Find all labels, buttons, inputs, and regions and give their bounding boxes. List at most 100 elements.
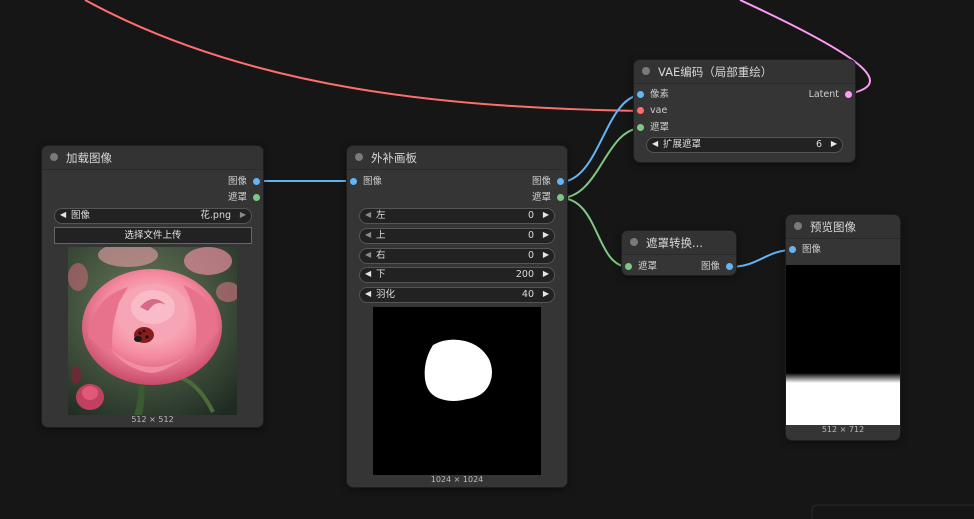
image-dimensions: 1024 × 1024: [430, 475, 484, 484]
widget-value: 0: [527, 210, 534, 221]
node-title-bar[interactable]: 预览图像: [786, 215, 900, 239]
arrow-left-icon[interactable]: ◀: [365, 230, 371, 239]
port-label: Latent: [808, 89, 839, 100]
widget-label: 羽化: [376, 289, 396, 300]
port-label: 图像: [363, 176, 383, 187]
widget-value: 0: [527, 250, 534, 261]
arrow-right-icon[interactable]: ▶: [240, 210, 246, 219]
arrow-right-icon[interactable]: ▶: [543, 230, 549, 239]
vae-encode-node[interactable]: VAE编码（局部重绘） 像素 vae 遮罩 Latent ◀ 扩展遮罩 6 ▶: [634, 60, 855, 162]
node-title: 外补画板: [371, 151, 417, 165]
port-dot-icon[interactable]: [637, 91, 644, 98]
arrow-left-icon[interactable]: ◀: [365, 210, 371, 219]
output-port-latent[interactable]: Latent: [808, 89, 852, 101]
widget-left[interactable]: ◀ 左 0 ▶: [359, 208, 555, 224]
arrow-left-icon[interactable]: ◀: [652, 139, 658, 148]
port-dot-icon[interactable]: [625, 263, 632, 270]
input-port-vae[interactable]: vae: [637, 105, 668, 117]
output-port-image[interactable]: 图像: [700, 261, 733, 273]
rose-image: [68, 247, 237, 415]
port-dot-icon[interactable]: [637, 124, 644, 131]
vae-wire: [84, 0, 643, 112]
node-title-bar[interactable]: 外补画板: [347, 146, 567, 170]
grow-mask-widget[interactable]: ◀ 扩展遮罩 6 ▶: [646, 137, 843, 153]
port-dot-icon[interactable]: [253, 178, 260, 185]
arrow-left-icon[interactable]: ◀: [365, 289, 371, 298]
node-title: 加载图像: [66, 151, 112, 165]
output-port-mask[interactable]: 遮罩: [227, 192, 260, 204]
image-wire-outpaint-to-vae: [559, 94, 643, 183]
input-port-pixels[interactable]: 像素: [637, 89, 670, 101]
mask-wire-outpaint-to-vae: [559, 127, 643, 199]
widget-value: 6: [815, 139, 822, 150]
port-dot-icon[interactable]: [726, 263, 733, 270]
outpaint-node[interactable]: 外补画板 图像 图像 遮罩 ◀ 左 0 ▶ ◀ 上 0 ▶ ◀ 右 0 ▶ ◀ …: [347, 146, 567, 487]
port-dot-icon[interactable]: [557, 194, 564, 201]
port-dot-icon[interactable]: [845, 91, 852, 98]
load-image-node[interactable]: 加载图像 图像 遮罩 ◀ 图像 花.png ▶ 选择文件上传 512 × 512: [42, 146, 263, 427]
image-dimensions: 512 × 712: [821, 425, 865, 434]
collapse-dot-icon[interactable]: [630, 238, 638, 246]
collapse-dot-icon[interactable]: [642, 67, 650, 75]
widget-right[interactable]: ◀ 右 0 ▶: [359, 248, 555, 264]
widget-bottom[interactable]: ◀ 下 200 ▶: [359, 267, 555, 283]
port-dot-icon[interactable]: [253, 194, 260, 201]
widget-value: 200: [515, 269, 534, 280]
output-port-image[interactable]: 图像: [227, 176, 260, 188]
input-port-mask[interactable]: 遮罩: [637, 122, 670, 134]
arrow-left-icon[interactable]: ◀: [365, 269, 371, 278]
port-label: 遮罩: [650, 122, 670, 133]
arrow-right-icon[interactable]: ▶: [543, 250, 549, 259]
port-label: 图像: [227, 176, 247, 187]
port-dot-icon[interactable]: [350, 178, 357, 185]
arrow-left-icon[interactable]: ◀: [60, 210, 66, 219]
input-port-image[interactable]: 图像: [350, 176, 383, 188]
node-title-bar[interactable]: VAE编码（局部重绘）: [634, 60, 855, 84]
widget-label: 下: [376, 269, 386, 280]
output-port-mask[interactable]: 遮罩: [531, 192, 564, 204]
input-port-mask[interactable]: 遮罩: [625, 261, 658, 273]
widget-value: 40: [521, 289, 534, 300]
port-dot-icon[interactable]: [789, 246, 796, 253]
mask-convert-node[interactable]: 遮罩转换... 遮罩 图像: [622, 231, 736, 275]
port-label: vae: [650, 105, 668, 116]
input-port-image[interactable]: 图像: [789, 244, 822, 256]
image-dimensions: 512 × 512: [131, 415, 174, 424]
port-label: 像素: [650, 89, 670, 100]
widget-feather[interactable]: ◀ 羽化 40 ▶: [359, 287, 555, 303]
node-title-bar[interactable]: 加载图像: [42, 146, 263, 170]
arrow-right-icon[interactable]: ▶: [543, 269, 549, 278]
collapse-dot-icon[interactable]: [794, 222, 802, 230]
image-wire-convert-to-preview: [728, 249, 794, 268]
port-label: 遮罩: [531, 192, 551, 203]
node-title: 预览图像: [810, 220, 856, 234]
arrow-right-icon[interactable]: ▶: [543, 210, 549, 219]
port-label: 图像: [531, 176, 551, 187]
port-label: 遮罩: [638, 261, 658, 272]
collapse-dot-icon[interactable]: [50, 153, 58, 161]
upload-button[interactable]: 选择文件上传: [54, 227, 252, 244]
port-label: 图像: [802, 244, 822, 255]
port-label: 图像: [700, 261, 720, 272]
arrow-left-icon[interactable]: ◀: [365, 250, 371, 259]
widget-label: 上: [376, 230, 386, 241]
mask-wire-outpaint-to-convert: [559, 197, 630, 268]
arrow-right-icon[interactable]: ▶: [831, 139, 837, 148]
image-select-widget[interactable]: ◀ 图像 花.png ▶: [54, 208, 252, 224]
widget-label: 图像: [71, 210, 91, 221]
output-port-image[interactable]: 图像: [531, 176, 564, 188]
widget-label: 左: [376, 210, 386, 221]
widget-label: 扩展遮罩: [663, 139, 702, 150]
collapse-dot-icon[interactable]: [355, 153, 363, 161]
port-dot-icon[interactable]: [557, 178, 564, 185]
node-title: 遮罩转换...: [646, 236, 703, 250]
preview-image-node[interactable]: 预览图像 图像 512 × 712: [786, 215, 900, 440]
node-title-bar[interactable]: 遮罩转换...: [622, 231, 736, 255]
widget-top[interactable]: ◀ 上 0 ▶: [359, 228, 555, 244]
port-label: 遮罩: [227, 192, 247, 203]
arrow-right-icon[interactable]: ▶: [543, 289, 549, 298]
port-dot-icon[interactable]: [637, 107, 644, 114]
preview-output-image: [786, 265, 900, 425]
node-title: VAE编码（局部重绘）: [658, 65, 773, 79]
widget-value: 花.png: [200, 210, 231, 221]
